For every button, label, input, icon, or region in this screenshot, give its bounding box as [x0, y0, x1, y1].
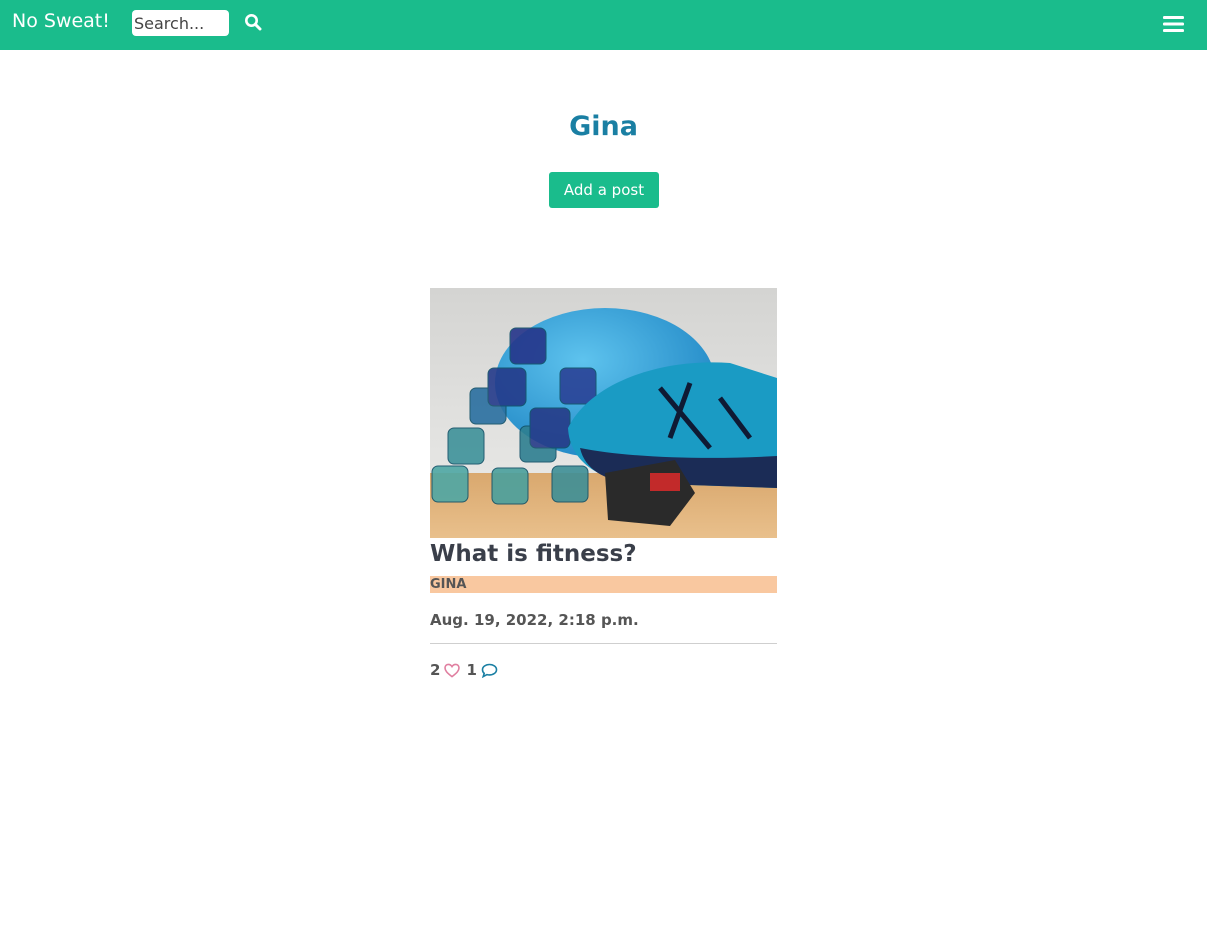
- search-button[interactable]: [243, 13, 263, 33]
- heart-icon: [444, 663, 461, 678]
- post-date: Aug. 19, 2022, 2:18 p.m.: [430, 611, 639, 629]
- post-title[interactable]: What is fitness?: [430, 540, 777, 568]
- divider: [430, 643, 777, 644]
- like-button[interactable]: [444, 663, 461, 678]
- search-input[interactable]: [132, 10, 229, 36]
- add-post-button[interactable]: Add a post: [549, 172, 659, 208]
- comment-count: 1: [466, 661, 477, 679]
- like-count: 2: [430, 661, 441, 679]
- comment-icon: [481, 663, 498, 678]
- menu-toggle-button[interactable]: [1162, 14, 1186, 34]
- search-icon: [245, 14, 262, 31]
- page-title: Gina: [569, 111, 638, 142]
- comment-button[interactable]: [481, 663, 498, 678]
- brand-logo-link[interactable]: No Sweat!: [12, 10, 110, 32]
- post-stats: 2 1: [430, 661, 777, 679]
- post-card: What is fitness? Gina Aug. 19, 2022, 2:1…: [430, 288, 777, 679]
- post-image[interactable]: [430, 288, 777, 538]
- navbar: No Sweat!: [0, 0, 1207, 50]
- post-author[interactable]: Gina: [430, 576, 777, 593]
- hamburger-menu-icon: [1163, 16, 1184, 32]
